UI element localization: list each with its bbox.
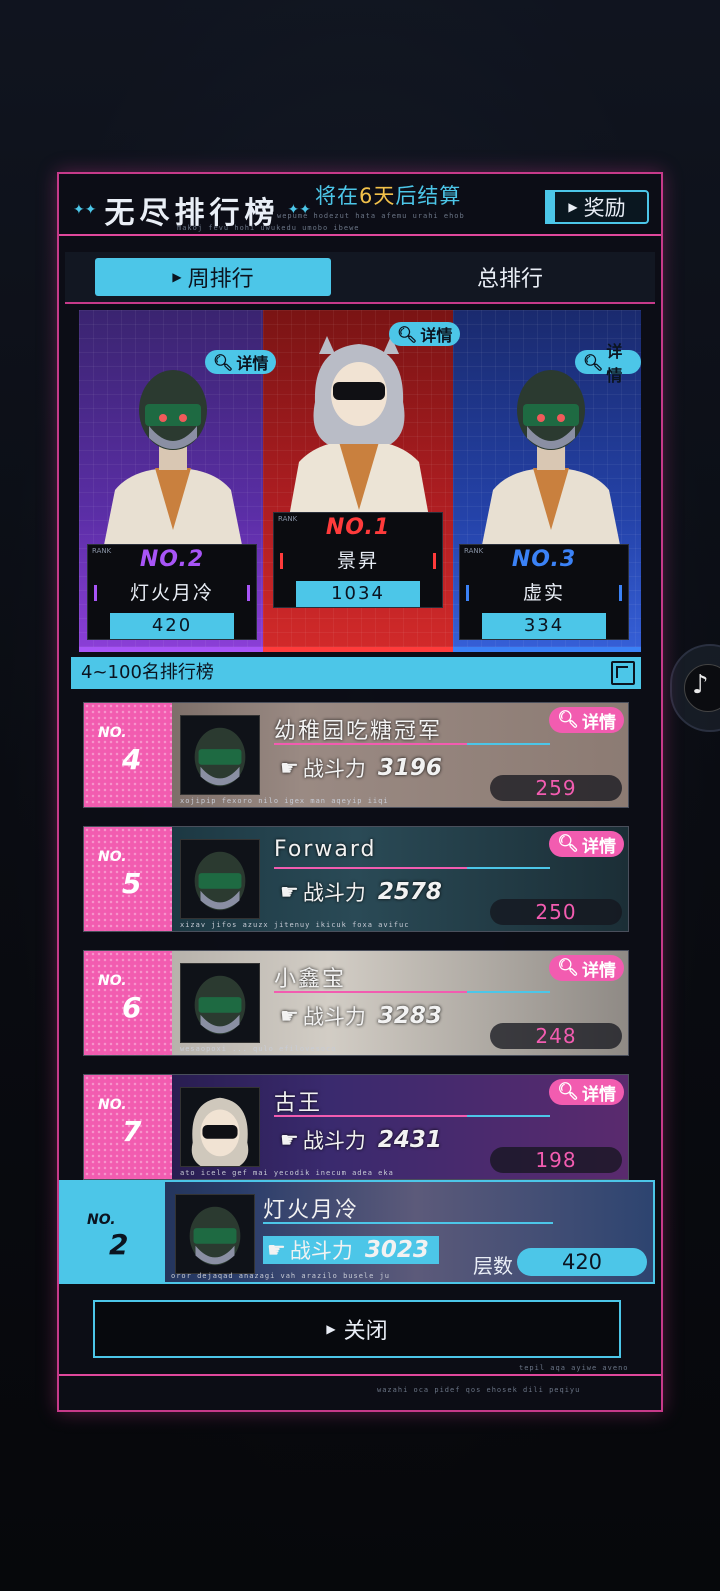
list-header: 4~100名排行榜 xyxy=(71,657,641,689)
detail-button[interactable]: 🔍︎ 详情 xyxy=(549,955,624,981)
gun-icon: ☛ xyxy=(280,756,299,780)
player-avatar-thumb xyxy=(180,715,260,795)
sparkle-icon: ✦✦ xyxy=(73,202,97,218)
gun-icon: ☛ xyxy=(280,880,299,904)
magnifier-icon: 🔍︎ xyxy=(557,958,579,978)
settle-countdown: 将在6天后结算 xyxy=(315,184,462,208)
player-avatar-thumb xyxy=(175,1194,255,1274)
detail-button[interactable]: 🔍︎ 详情 xyxy=(389,322,461,346)
play-triangle-icon: ▶ xyxy=(172,270,182,284)
magnifier-icon: 🔍︎ xyxy=(557,1082,579,1102)
gun-icon: ☛ xyxy=(280,1004,299,1028)
player-avatar-thumb xyxy=(180,963,260,1043)
list-item[interactable]: NO. 5 Forward ☛ 战斗力 2578 🔍︎ 详情 250 xizav … xyxy=(83,826,629,932)
rank-number: 5 xyxy=(122,867,142,900)
magnifier-icon: 🔍︎ xyxy=(397,324,418,344)
player-avatar-thumb xyxy=(180,1087,260,1167)
layer-label: 层数 xyxy=(473,1254,513,1278)
top-three-podium: 🔍︎ 详情 🔍︎ 详情 🔍︎ 详情 RANK NO.2 灯火月冷 420 RANK N… xyxy=(79,310,641,652)
player-name: 景昇 xyxy=(336,550,379,572)
player-name: 幼稚园吃糖冠军 xyxy=(274,719,443,744)
rank-number: 6 xyxy=(122,991,142,1024)
game-screen: ♪ ✦✦ 无尽排行榜 ✦✦ 将在6天后结算 wepume hodezut hat… xyxy=(0,0,720,1591)
rank-card-second[interactable]: RANK NO.2 灯火月冷 420 xyxy=(87,544,257,640)
magnifier-icon: 🔍︎ xyxy=(557,710,579,730)
rank-number: NO.2 xyxy=(139,547,205,572)
divider xyxy=(59,234,661,236)
my-rank-row[interactable]: NO. 2 灯火月冷 ☛ 战斗力 3023 层数 420 oror dejaqa… xyxy=(59,1180,655,1284)
layer-count: 250 xyxy=(490,899,622,925)
detail-button[interactable]: 🔍︎ 详情 xyxy=(549,707,624,733)
settle-days: 6天 xyxy=(359,184,396,208)
player-avatar-thumb xyxy=(180,839,260,919)
gun-icon: ☛ xyxy=(280,1128,299,1152)
layer-count: 198 xyxy=(490,1147,622,1173)
reward-button[interactable]: ▶ 奖励 xyxy=(545,190,649,224)
player-score: 1034 xyxy=(296,581,420,607)
tab-overall[interactable]: 总排行 xyxy=(395,258,625,296)
combat-power: ☛ 战斗力 2431 xyxy=(280,1127,442,1153)
player-score: 420 xyxy=(110,613,234,639)
player-name: 灯火月冷 xyxy=(263,1198,360,1223)
list-item[interactable]: NO. 4 幼稚园吃糖冠军 ☛ 战斗力 3196 🔍︎ 详情 259 xojipi… xyxy=(83,702,629,808)
player-name: 灯火月冷 xyxy=(129,582,214,604)
detail-button[interactable]: 🔍︎ 详情 xyxy=(205,350,277,374)
rank-card-third[interactable]: RANK NO.3 虚实 334 xyxy=(459,544,629,640)
decor-text: wepume hodezut hata afemu urahi ehob xyxy=(277,212,465,220)
player-name: 虚实 xyxy=(522,582,565,604)
player-name: Forward xyxy=(274,837,377,862)
ranking-tabs: ▶ 周排行 总排行 xyxy=(65,252,655,302)
list-item[interactable]: NO. 7 古王 ☛ 战斗力 2431 🔍︎ 详情 198 ato icele g… xyxy=(83,1074,629,1180)
combat-power: ☛ 战斗力 3023 xyxy=(263,1236,439,1264)
divider xyxy=(65,302,655,304)
divider xyxy=(59,1374,661,1376)
rank-number: 4 xyxy=(122,743,142,776)
combat-power: ☛ 战斗力 3196 xyxy=(280,755,442,781)
expand-icon[interactable] xyxy=(611,661,635,685)
detail-button[interactable]: 🔍︎ 详情 xyxy=(549,1079,624,1105)
decor-text: tepil aqa ayiwe aveno xyxy=(519,1364,629,1372)
rank-card-first[interactable]: RANK NO.1 景昇 1034 xyxy=(273,512,443,608)
player-avatar-figure[interactable] xyxy=(93,360,253,550)
decor-text: makoj fevu hohi uwukedu umobo ibewe xyxy=(177,224,360,232)
magnifier-icon: 🔍︎ xyxy=(557,834,579,854)
magnifier-icon: 🔍︎ xyxy=(213,352,234,372)
combat-power: ☛ 战斗力 3283 xyxy=(280,1003,442,1029)
close-button[interactable]: ▶ 关闭 xyxy=(93,1300,621,1358)
combat-power: ☛ 战斗力 2578 xyxy=(280,879,442,905)
rank-number: 7 xyxy=(122,1115,142,1148)
rank-number: NO.3 xyxy=(511,547,577,572)
list-item[interactable]: NO. 6 小鑫宝 ☛ 战斗力 3283 🔍︎ 详情 248 wesaopoxi … xyxy=(83,950,629,1056)
player-name: 古王 xyxy=(274,1091,323,1116)
layer-count: 259 xyxy=(490,775,622,801)
rank-number: NO.1 xyxy=(325,515,391,540)
gun-icon: ☛ xyxy=(267,1238,286,1262)
detail-button[interactable]: 🔍︎ 详情 xyxy=(575,342,641,385)
music-note-icon: ♪ xyxy=(692,670,709,700)
magnifier-icon: 🔍︎ xyxy=(583,352,604,372)
player-avatar-figure[interactable] xyxy=(471,360,631,550)
detail-button[interactable]: 🔍︎ 详情 xyxy=(549,831,624,857)
player-avatar-figure[interactable] xyxy=(279,332,439,528)
layer-count: 420 xyxy=(517,1248,647,1276)
decor-text: wazahi oca pidef qos ehosek dili peqiyu xyxy=(377,1386,581,1394)
tab-weekly[interactable]: ▶ 周排行 xyxy=(95,258,331,296)
play-triangle-icon: ▶ xyxy=(326,1322,336,1336)
player-name: 小鑫宝 xyxy=(274,967,347,992)
player-score: 334 xyxy=(482,613,606,639)
play-triangle-icon: ▶ xyxy=(568,200,578,214)
rank-number: 2 xyxy=(109,1228,129,1261)
leaderboard-panel: ✦✦ 无尽排行榜 ✦✦ 将在6天后结算 wepume hodezut hata … xyxy=(57,172,663,1412)
layer-count: 248 xyxy=(490,1023,622,1049)
